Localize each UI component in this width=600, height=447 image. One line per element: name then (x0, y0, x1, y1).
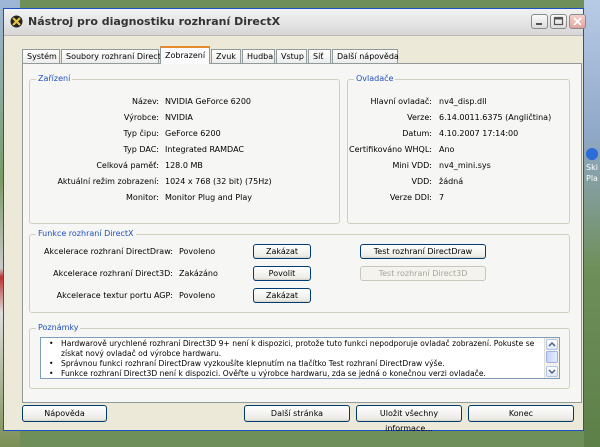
display-mode-value: 1024 x 768 (32 bit) (75Hz) (165, 177, 272, 186)
scroll-down-arrow-icon[interactable] (546, 366, 558, 377)
next-page-button[interactable]: Další stránka (244, 405, 350, 422)
driver-row: Verze DDI: 7 (348, 192, 569, 203)
dac-type-value: Integrated RAMDAC (165, 145, 244, 154)
tab-music[interactable]: Hudba (242, 49, 275, 63)
version-value: 6.14.0011.6375 (Angličtina) (439, 113, 552, 122)
tab-display[interactable]: Zobrazení (160, 46, 210, 64)
disable-agp-texture-button[interactable]: Zakázat (253, 288, 311, 303)
whql-label: Certifikováno WHQL: (349, 145, 432, 154)
device-row: Aktuální režim zobrazení: 1024 x 768 (32… (30, 176, 339, 187)
directdraw-accel-status: Povoleno (179, 247, 216, 256)
notes-list: Hardwarově urychlené rozhraní Direct3D 9… (41, 339, 544, 378)
dxdiag-window: Nástroj pro diagnostiku rozhraní DirectX… (3, 8, 586, 433)
scroll-up-arrow-icon[interactable] (546, 339, 558, 350)
notes-group: Poznámky Hardwarově urychlené rozhraní D… (29, 323, 570, 389)
features-group-title: Funkce rozhraní DirectX (36, 229, 136, 238)
minimize-icon (536, 23, 542, 25)
directx-icon (10, 15, 23, 28)
desktop-icon-label[interactable]: Ski Pla (586, 162, 598, 184)
tab-sound[interactable]: Zvuk (211, 49, 241, 63)
vdd-label: VDD: (411, 177, 433, 186)
display-tab-panel: Zařízení Název: NVIDIA GeForce 6200 Výro… (22, 63, 582, 403)
enable-direct3d-button[interactable]: Povolit (253, 266, 311, 281)
notes-scrollbar[interactable] (544, 338, 559, 378)
device-row: Typ DAC: Integrated RAMDAC (30, 144, 339, 155)
ddi-version-value: 7 (439, 193, 445, 202)
exit-button[interactable]: Konec (468, 405, 574, 422)
manufacturer-label: Výrobce: (123, 113, 159, 122)
driver-row: Mini VDD: nv4_mini.sys (348, 160, 569, 171)
title-bar[interactable]: Nástroj pro diagnostiku rozhraní DirectX (4, 9, 586, 36)
mini-vdd-value: nv4_mini.sys (439, 161, 491, 170)
vdd-value: žádná (439, 177, 464, 186)
note-item: Správnou funkci rozhraní DirectDraw vyzk… (41, 359, 544, 369)
date-value: 4.10.2007 17:14:00 (439, 129, 519, 138)
device-group-title: Zařízení (36, 74, 73, 83)
direct3d-accel-status: Zakázáno (179, 269, 218, 278)
notes-group-title: Poznámky (36, 323, 81, 332)
driver-row: Hlavní ovladač: nv4_disp.dll (348, 96, 569, 107)
directdraw-accel-label: Akcelerace rozhraní DirectDraw: (43, 247, 173, 256)
desktop-background-right (584, 0, 600, 447)
device-row: Celková paměť: 128.0 MB (30, 160, 339, 171)
main-driver-value: nv4_disp.dll (439, 97, 487, 106)
device-row: Monitor: Monitor Plug and Play (30, 192, 339, 203)
drivers-group: Ovladače Hlavní ovladač: nv4_disp.dll Ve… (347, 74, 570, 224)
maximize-button[interactable] (550, 14, 567, 29)
save-all-info-button[interactable]: Uložit všechny informace... (356, 405, 462, 433)
tab-more-help[interactable]: Další nápověda (332, 49, 399, 63)
agp-texture-accel-status: Povoleno (179, 291, 216, 300)
device-row: Název: NVIDIA GeForce 6200 (30, 96, 339, 107)
direct3d-accel-label: Akcelerace rozhraní Direct3D: (53, 269, 173, 278)
test-directdraw-button[interactable]: Test rozhraní DirectDraw (360, 244, 486, 259)
dac-type-label: Typ DAC: (123, 145, 159, 154)
total-memory-value: 128.0 MB (165, 161, 203, 170)
tab-network[interactable]: Síť (308, 49, 331, 63)
main-driver-label: Hlavní ovladač: (370, 97, 432, 106)
close-icon (573, 17, 582, 26)
mini-vdd-label: Mini VDD: (392, 161, 432, 170)
monitor-value: Monitor Plug and Play (165, 193, 252, 202)
monitor-label: Monitor: (126, 193, 159, 202)
minimize-button[interactable] (531, 14, 548, 29)
note-item: Hardwarově urychlené rozhraní Direct3D 9… (41, 339, 544, 359)
help-button[interactable]: Nápověda (22, 405, 107, 422)
total-memory-label: Celková paměť: (96, 161, 159, 170)
close-button[interactable] (569, 14, 586, 29)
desktop-app-icon[interactable] (586, 148, 598, 160)
display-mode-label: Aktuální režim zobrazení: (57, 177, 159, 186)
date-label: Datum: (402, 129, 432, 138)
window-title: Nástroj pro diagnostiku rozhraní DirectX (28, 15, 281, 28)
device-row: Typ čipu: GeForce 6200 (30, 128, 339, 139)
tab-system[interactable]: Systém (22, 49, 60, 63)
test-direct3d-button[interactable]: Test rozhraní Direct3D (360, 266, 486, 281)
ddi-version-label: Verze DDI: (389, 193, 432, 202)
note-item: Funkce rozhraní Direct3D není k dispozic… (41, 369, 544, 378)
device-name-label: Název: (132, 97, 159, 106)
version-label: Verze: (407, 113, 432, 122)
scroll-thumb[interactable] (546, 351, 558, 363)
driver-row: Certifikováno WHQL: Ano (348, 144, 569, 155)
driver-row: Verze: 6.14.0011.6375 (Angličtina) (348, 112, 569, 123)
driver-row: VDD: žádná (348, 176, 569, 187)
whql-value: Ano (439, 145, 455, 154)
tab-input[interactable]: Vstup (276, 49, 307, 63)
maximize-icon (553, 16, 564, 26)
chip-type-value: GeForce 6200 (165, 129, 221, 138)
agp-texture-accel-label: Akcelerace textur portu AGP: (56, 291, 173, 300)
tab-directx-files[interactable]: Soubory rozhraní DirectX (61, 49, 166, 63)
driver-row: Datum: 4.10.2007 17:14:00 (348, 128, 569, 139)
device-row: Výrobce: NVIDIA (30, 112, 339, 123)
notes-textbox[interactable]: Hardwarově urychlené rozhraní Direct3D 9… (40, 337, 560, 379)
chip-type-label: Typ čipu: (123, 129, 159, 138)
device-group: Zařízení Název: NVIDIA GeForce 6200 Výro… (29, 74, 340, 224)
drivers-group-title: Ovladače (354, 74, 396, 83)
directx-features-group: Funkce rozhraní DirectX Akcelerace rozhr… (29, 229, 570, 313)
disable-directdraw-button[interactable]: Zakázat (253, 244, 311, 259)
device-name-value: NVIDIA GeForce 6200 (165, 97, 252, 106)
manufacturer-value: NVIDIA (165, 113, 193, 122)
